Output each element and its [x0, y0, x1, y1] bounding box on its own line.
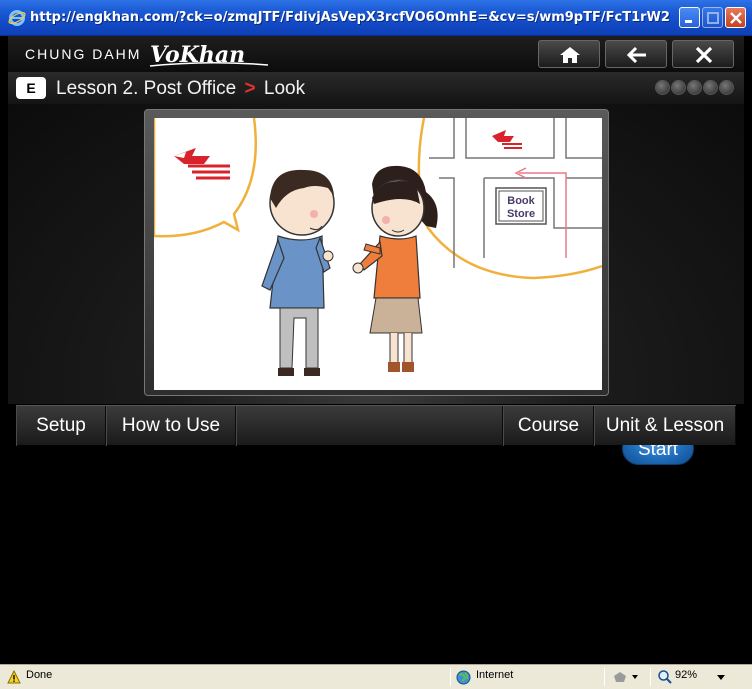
back-arrow-icon	[626, 46, 646, 64]
window-title: http://engkhan.com/?ck=o/zmqJTF/FdivjAsV…	[30, 10, 670, 25]
status-divider	[650, 668, 651, 686]
app-container: CHUNG DAHM VoKhan E Lesson 2. Post Offic…	[8, 36, 744, 664]
unit-lesson-button[interactable]: Unit & Lesson	[594, 406, 736, 446]
status-text: Done	[26, 669, 53, 681]
ie-icon	[8, 10, 26, 26]
setup-button[interactable]: Setup	[16, 406, 106, 446]
status-bar: Done Internet 92%	[0, 664, 752, 689]
home-icon	[560, 47, 580, 63]
progress-indicator	[655, 80, 735, 100]
illustration-frame: Book Store	[144, 109, 609, 396]
post-office-illustration: Book Store	[154, 118, 602, 376]
lesson-bar: E Lesson 2. Post Office > Look	[8, 72, 744, 104]
status-divider	[450, 668, 451, 686]
post-logo-left	[174, 148, 230, 180]
lesson-section: Look	[263, 78, 306, 99]
warning-icon	[7, 670, 21, 684]
course-button[interactable]: Course	[503, 406, 594, 446]
progress-dot	[719, 80, 734, 95]
boy-character	[261, 169, 335, 376]
progress-dot	[655, 80, 670, 95]
girl-character	[352, 165, 438, 372]
sign-line2: Store	[507, 208, 535, 220]
progress-dot	[671, 80, 686, 95]
app-header: CHUNG DAHM VoKhan	[8, 36, 744, 72]
globe-icon	[456, 670, 471, 685]
window-close-button[interactable]	[725, 7, 746, 28]
security-icon[interactable]	[612, 670, 640, 684]
status-divider	[604, 668, 605, 686]
level-badge: E	[16, 77, 46, 99]
how-to-use-button[interactable]: How to Use	[106, 406, 236, 446]
lesson-title: Lesson 2. Post Office	[56, 78, 237, 99]
lesson-stage: Book Store Start	[8, 104, 744, 465]
maximize-button[interactable]	[702, 7, 723, 28]
back-button[interactable]	[605, 40, 667, 68]
minimize-button[interactable]	[679, 7, 700, 28]
close-x-icon	[695, 46, 713, 64]
vokhan-logo: VoKhan	[149, 42, 269, 68]
home-button[interactable]	[538, 40, 600, 68]
sign-line1: Book	[507, 195, 535, 207]
brand-name: CHUNG DAHM	[25, 46, 142, 62]
chevron-down-icon[interactable]	[716, 675, 726, 681]
progress-dot	[703, 80, 718, 95]
close-icon	[730, 12, 742, 24]
bottom-nav: Setup How to Use Course Unit & Lesson	[16, 405, 736, 446]
zoom-icon[interactable]	[657, 669, 673, 685]
post-logo-map	[492, 130, 522, 149]
window-titlebar: http://engkhan.com/?ck=o/zmqJTF/FdivjAsV…	[0, 0, 752, 36]
breadcrumb-separator: >	[244, 78, 256, 99]
illustration-canvas: Book Store	[154, 118, 602, 390]
nav-spacer	[236, 406, 503, 446]
lesson-breadcrumb: Lesson 2. Post Office > Look	[56, 78, 305, 100]
exit-button[interactable]	[672, 40, 734, 68]
progress-dot	[687, 80, 702, 95]
zone-text: Internet	[476, 669, 514, 681]
zoom-level[interactable]: 92%	[675, 669, 697, 681]
minimize-icon	[685, 20, 692, 23]
maximize-icon	[707, 12, 719, 24]
